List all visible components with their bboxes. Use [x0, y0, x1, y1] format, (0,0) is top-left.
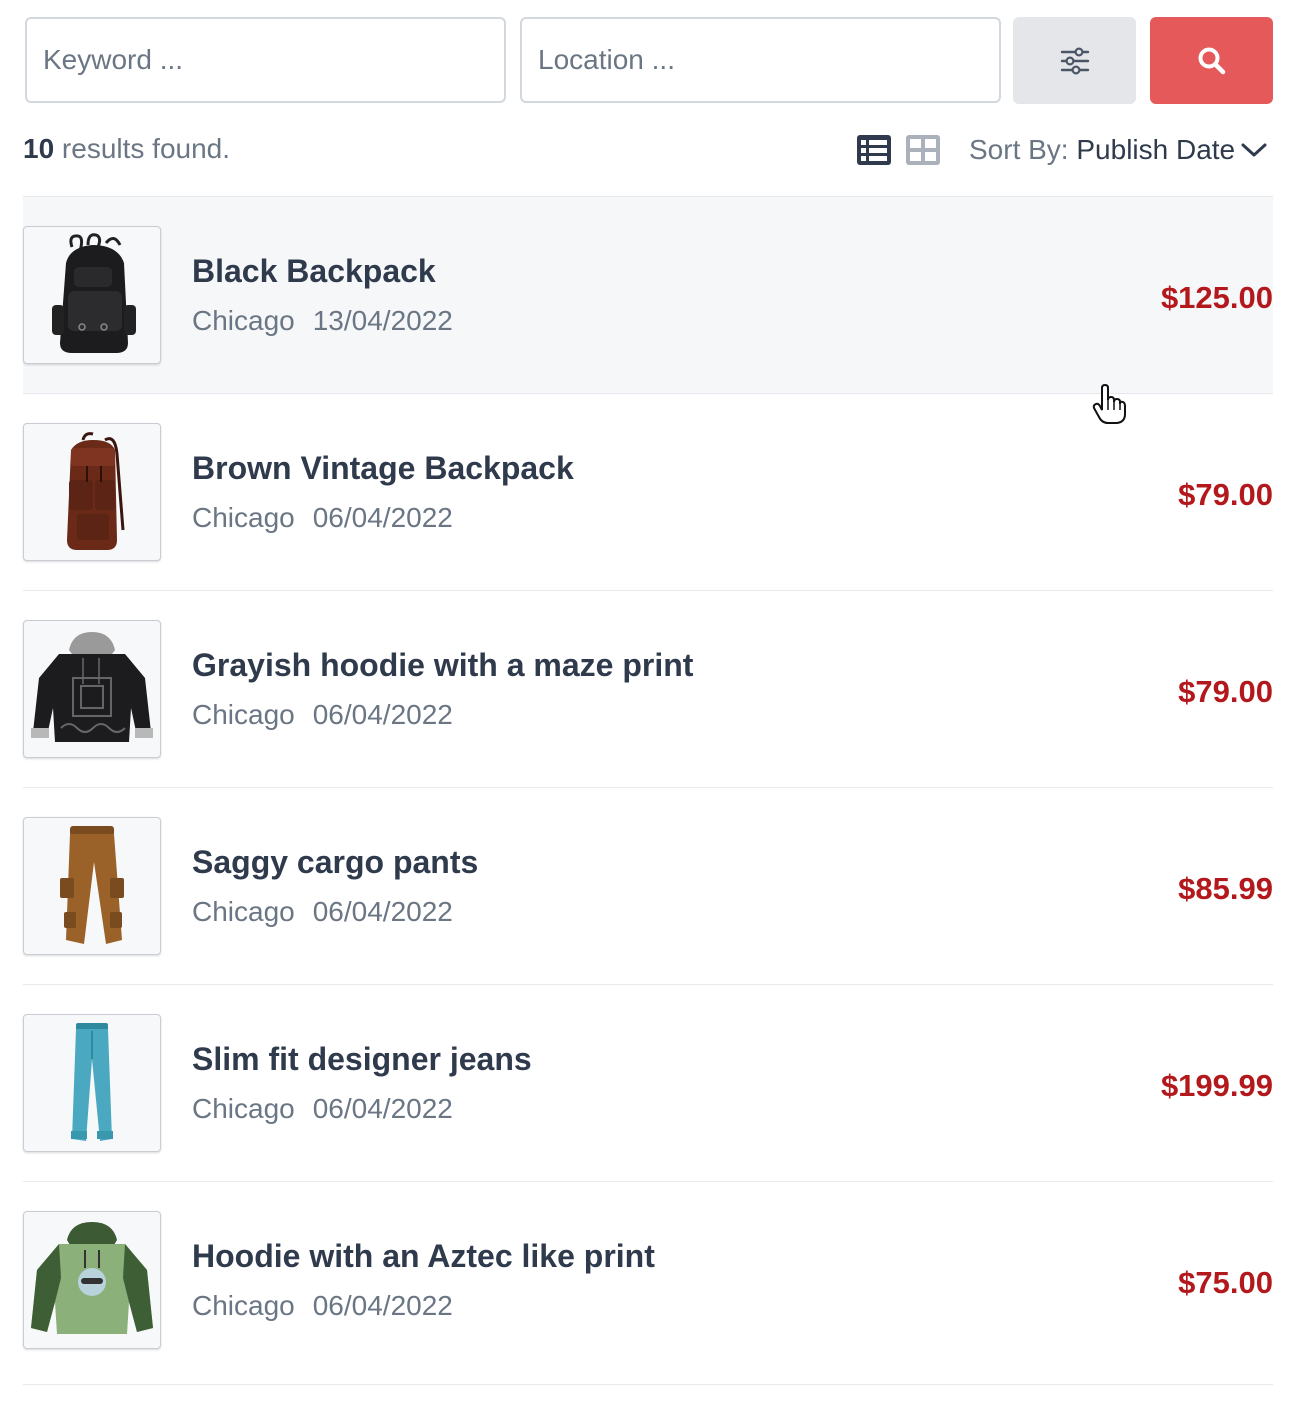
listing-thumbnail[interactable]: [23, 226, 161, 364]
grid-view-button[interactable]: [905, 134, 941, 166]
listing-meta: Chicago 06/04/2022: [192, 699, 453, 731]
black-backpack-image: [52, 233, 136, 353]
listing-date: 06/04/2022: [312, 699, 453, 730]
grid-view-icon: [906, 135, 940, 165]
listing-row[interactable]: Black Backpack Chicago 13/04/2022 $125.00: [23, 196, 1273, 393]
listing-date: 06/04/2022: [312, 896, 453, 927]
listing-thumbnail[interactable]: [23, 817, 161, 955]
listing-price: $85.99: [1178, 871, 1273, 906]
listing-date: 06/04/2022: [312, 1093, 453, 1124]
listing-price: $125.00: [1160, 280, 1273, 315]
listing-meta: Chicago 06/04/2022: [192, 502, 453, 534]
listing-row[interactable]: Slim fit designer jeans Chicago 06/04/202…: [23, 984, 1273, 1181]
results-toolbar: 10 results found. Sort By: Publish Date: [23, 130, 1273, 174]
keyword-field: [25, 17, 506, 103]
listing-location: Chicago: [192, 1290, 295, 1321]
listing-row[interactable]: Saggy cargo pants Chicago 06/04/2022 $85.…: [23, 787, 1273, 984]
list-divider: [23, 1384, 1273, 1385]
listing-thumbnail[interactable]: [23, 423, 161, 561]
location-field: [520, 17, 1001, 103]
listing-meta: Chicago 06/04/2022: [192, 896, 453, 928]
search-icon: [1198, 47, 1225, 74]
green-hoodie-image: [31, 1222, 153, 1334]
listing-title[interactable]: Brown Vintage Backpack: [192, 450, 574, 487]
sort-dropdown[interactable]: Sort By: Publish Date: [969, 134, 1267, 166]
keyword-input[interactable]: [27, 19, 504, 101]
cargo-pants-image: [60, 826, 124, 944]
listing-price: $75.00: [1178, 1265, 1273, 1300]
listing-title[interactable]: Slim fit designer jeans: [192, 1041, 532, 1078]
listing-row[interactable]: Grayish hoodie with a maze print Chicago…: [23, 590, 1273, 787]
sort-label: Sort By:: [969, 134, 1069, 165]
listing-title[interactable]: Saggy cargo pants: [192, 844, 478, 881]
list-view-icon: [857, 135, 891, 165]
results-count: 10: [23, 133, 55, 164]
listing-meta: Chicago 13/04/2022: [192, 305, 453, 337]
results-label: results found.: [54, 133, 231, 164]
location-input[interactable]: [522, 19, 999, 101]
listing-row[interactable]: Hoodie with an Aztec like print Chicago 0…: [23, 1181, 1273, 1378]
listing-list: Black Backpack Chicago 13/04/2022 $125.00…: [23, 196, 1273, 1378]
sliders-icon: [1060, 46, 1089, 75]
listing-title[interactable]: Black Backpack: [192, 253, 436, 290]
listing-meta: Chicago 06/04/2022: [192, 1290, 453, 1322]
listing-date: 06/04/2022: [312, 1290, 453, 1321]
listing-title[interactable]: Hoodie with an Aztec like print: [192, 1238, 655, 1275]
search-button[interactable]: [1150, 17, 1273, 104]
blue-jeans-image: [71, 1023, 113, 1141]
listing-date: 06/04/2022: [312, 502, 453, 533]
brown-backpack-image: [67, 432, 125, 550]
listing-title[interactable]: Grayish hoodie with a maze print: [192, 647, 693, 684]
chevron-down-icon: [1241, 143, 1267, 157]
listing-location: Chicago: [192, 305, 295, 336]
listing-price: $79.00: [1178, 674, 1273, 709]
listing-location: Chicago: [192, 502, 295, 533]
listing-location: Chicago: [192, 699, 295, 730]
listing-row[interactable]: Brown Vintage Backpack Chicago 06/04/2022…: [23, 393, 1273, 590]
listing-price: $79.00: [1178, 477, 1273, 512]
sort-value: Publish Date: [1076, 134, 1236, 165]
black-hoodie-image: [31, 632, 153, 742]
search-bar: [25, 17, 1273, 105]
listing-thumbnail[interactable]: [23, 1014, 161, 1152]
listing-thumbnail[interactable]: [23, 1211, 161, 1349]
listing-meta: Chicago 06/04/2022: [192, 1093, 453, 1125]
hand-cursor-icon: [1092, 384, 1126, 424]
listing-price: $199.99: [1160, 1068, 1273, 1103]
list-view-button[interactable]: [856, 134, 892, 166]
listing-date: 13/04/2022: [312, 305, 453, 336]
results-count-text: 10 results found.: [23, 133, 230, 165]
listing-location: Chicago: [192, 896, 295, 927]
listing-location: Chicago: [192, 1093, 295, 1124]
listing-thumbnail[interactable]: [23, 620, 161, 758]
filter-button[interactable]: [1013, 17, 1136, 104]
